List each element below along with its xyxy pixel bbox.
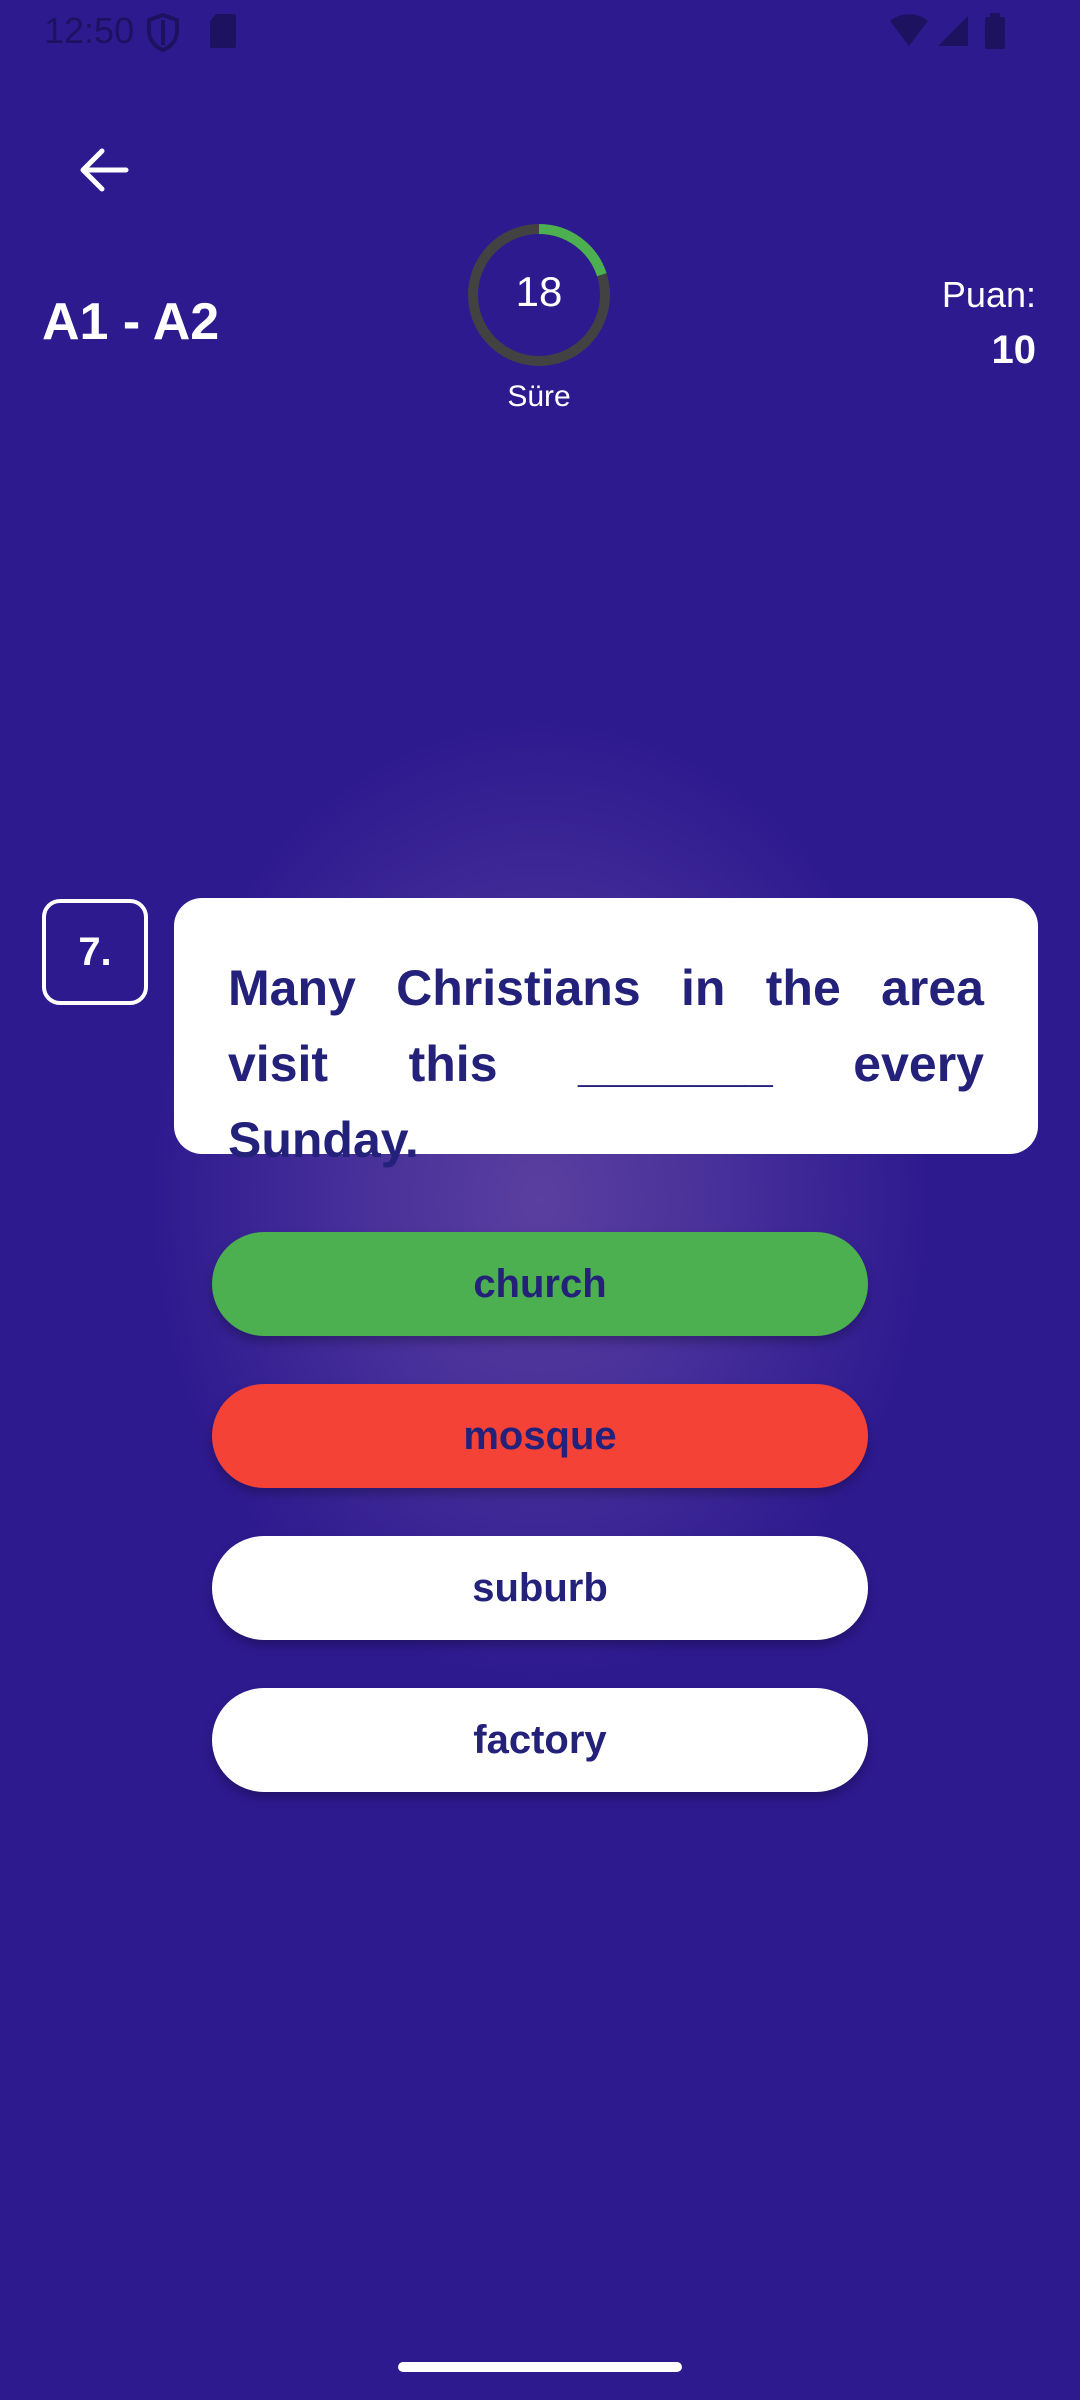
question-number: 7. — [42, 899, 148, 1005]
score-value: 10 — [991, 328, 1037, 372]
back-button[interactable] — [70, 135, 140, 205]
status-bar: 12:50 — [0, 0, 1080, 62]
question-card: Many Christians in the area visit this _… — [174, 898, 1038, 1168]
arrow-left-icon — [80, 148, 129, 192]
shield-icon — [146, 12, 180, 57]
home-indicator[interactable] — [398, 2362, 682, 2372]
sd-card-icon — [208, 12, 238, 55]
battery-icon — [984, 12, 1006, 55]
signal-icon — [936, 12, 970, 53]
level-title: A1 - A2 — [42, 293, 220, 351]
option-factory-button[interactable]: factory — [212, 1688, 868, 1792]
status-time: 12:50 — [44, 10, 135, 51]
timer-value: 18 — [515, 268, 563, 315]
timer-label: Süre — [507, 380, 571, 413]
option-mosque-button[interactable]: mosque — [212, 1384, 868, 1488]
option-suburb-button[interactable]: suburb — [212, 1536, 868, 1640]
question-text: Many Christians in the area visit this _… — [228, 960, 984, 1168]
wifi-icon — [888, 12, 930, 53]
option-church-button[interactable]: church — [212, 1232, 868, 1336]
score-label: Puan: — [941, 274, 1036, 315]
